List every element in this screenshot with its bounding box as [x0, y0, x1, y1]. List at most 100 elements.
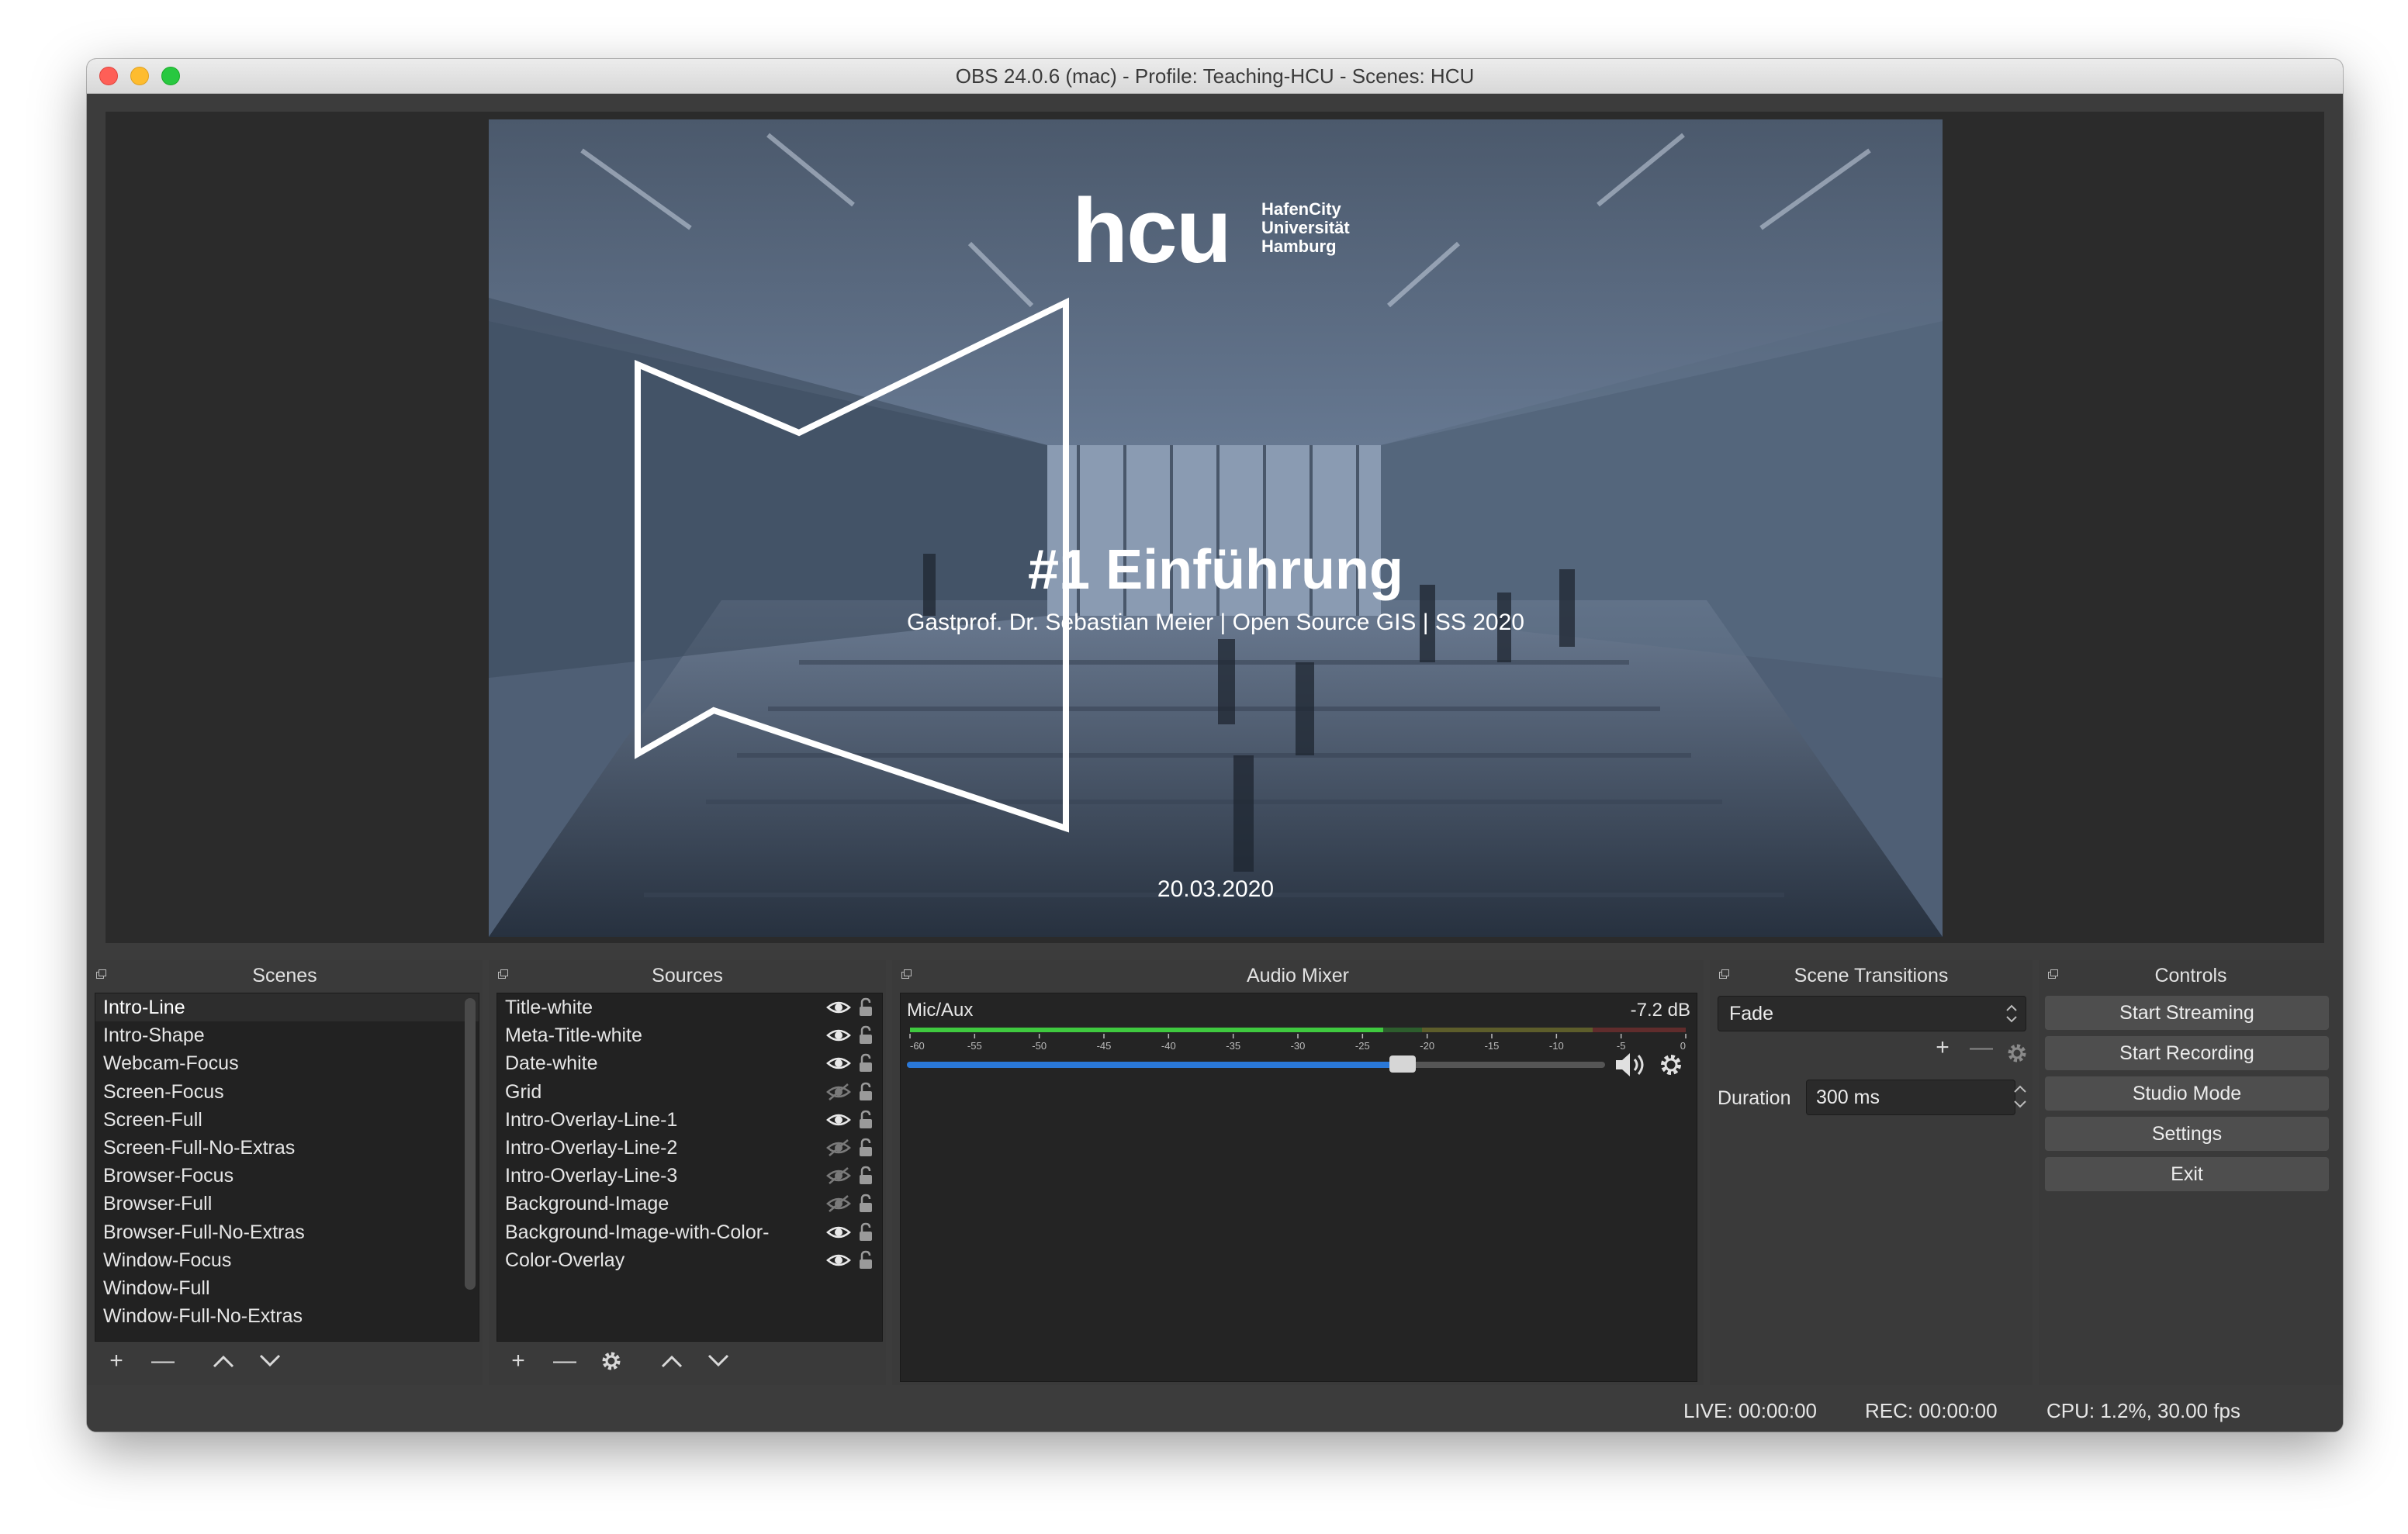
lock-icon[interactable] [857, 997, 874, 1017]
eye-icon[interactable] [826, 1111, 851, 1129]
remove-transition-button[interactable]: — [1967, 1035, 1995, 1061]
scene-item[interactable]: Window-Full [95, 1274, 479, 1302]
logo-subtitle: HafenCity Universität Hamburg [1261, 199, 1350, 256]
move-scene-up-button[interactable] [209, 1348, 237, 1374]
lock-icon[interactable] [857, 1222, 874, 1242]
eye-icon[interactable] [826, 1223, 851, 1242]
source-item-label: Meta-Title-white [505, 1024, 642, 1047]
preview-area[interactable]: hcu HafenCity Universität Hamburg #1 Ein… [106, 112, 2324, 943]
source-item[interactable]: Intro-Overlay-Line-3 [497, 1162, 882, 1190]
source-item[interactable]: Intro-Overlay-Line-1 [497, 1106, 882, 1134]
source-item[interactable]: Date-white [497, 1049, 882, 1077]
lock-icon[interactable] [857, 1025, 874, 1045]
preview-subtitle: Gastprof. Dr. Sebastian Meier | Open Sou… [907, 610, 1524, 635]
scene-item[interactable]: Webcam-Focus [95, 1049, 479, 1077]
remove-source-button[interactable]: — [551, 1348, 579, 1374]
add-transition-button[interactable]: + [1929, 1035, 1956, 1061]
undock-icon[interactable] [498, 969, 509, 979]
meter-tick-label: 0 [1680, 1040, 1686, 1052]
lock-icon[interactable] [857, 1082, 874, 1102]
exit-button[interactable]: Exit [2045, 1157, 2329, 1191]
scene-item[interactable]: Window-Full-No-Extras [95, 1302, 479, 1330]
source-item[interactable]: Title-white [497, 993, 882, 1021]
scenes-header: Scenes [87, 960, 483, 991]
undock-icon[interactable] [2048, 969, 2059, 979]
source-item[interactable]: Background-Image-with-Color- [497, 1218, 882, 1246]
scene-item[interactable]: Browser-Focus [95, 1162, 479, 1190]
scenes-list[interactable]: Intro-Line Intro-Shape Webcam-Focus Screen-… [95, 993, 479, 1342]
scene-item[interactable]: Intro-Shape [95, 1021, 479, 1049]
source-item[interactable]: Color-Overlay [497, 1246, 882, 1274]
volume-meter: -60 -55 -50 -45 -40 -35 -30 -25 -20 -15 -10 -5 0 [909, 1028, 1687, 1052]
status-bar: LIVE: 00:00:00 REC: 00:00:00 CPU: 1.2%, … [87, 1388, 2343, 1432]
controls-dock: Controls Start Streaming Start Recording… [2039, 960, 2343, 1385]
scenes-scrollbar[interactable] [465, 998, 476, 1290]
meter-range [1593, 1028, 1686, 1032]
chevron-down-icon [259, 1354, 281, 1367]
gear-icon[interactable] [2005, 1041, 2029, 1066]
source-properties-button[interactable] [597, 1348, 625, 1374]
title-bar: OBS 24.0.6 (mac) - Profile: Teaching-HCU… [87, 59, 2343, 94]
gear-icon[interactable] [1658, 1052, 1684, 1078]
lock-icon[interactable] [857, 1166, 874, 1186]
scene-item[interactable]: Window-Focus [95, 1246, 479, 1274]
start-streaming-button[interactable]: Start Streaming [2045, 996, 2329, 1030]
scene-item[interactable]: Browser-Full [95, 1190, 479, 1218]
meter-tick-label: -45 [1097, 1040, 1112, 1052]
add-source-button[interactable]: + [504, 1348, 532, 1374]
lock-icon[interactable] [857, 1138, 874, 1158]
transition-select[interactable]: Fade [1718, 996, 2026, 1031]
speaker-icon[interactable] [1614, 1051, 1650, 1079]
sources-list[interactable]: Title-white Meta-Title-white Date-white Gri… [496, 993, 883, 1342]
meter-tick-label: -35 [1226, 1040, 1240, 1052]
preview-canvas[interactable]: hcu HafenCity Universität Hamburg #1 Ein… [489, 119, 1943, 937]
lock-icon[interactable] [857, 1110, 874, 1130]
undock-icon[interactable] [96, 969, 107, 979]
move-scene-down-button[interactable] [256, 1348, 284, 1374]
duration-input[interactable]: 300 ms [1806, 1080, 2015, 1115]
source-item-label: Intro-Overlay-Line-2 [505, 1136, 678, 1159]
source-item[interactable]: Grid [497, 1078, 882, 1106]
scene-item[interactable]: Screen-Full [95, 1106, 479, 1134]
start-recording-button[interactable]: Start Recording [2045, 1036, 2329, 1070]
eye-icon[interactable] [826, 1054, 851, 1073]
scene-item[interactable]: Screen-Full-No-Extras [95, 1134, 479, 1162]
volume-slider[interactable] [907, 1055, 1605, 1073]
eye-icon[interactable] [826, 1251, 851, 1270]
source-item[interactable]: Meta-Title-white [497, 1021, 882, 1049]
chevron-up-icon [661, 1355, 683, 1368]
scene-item[interactable]: Screen-Focus [95, 1078, 479, 1106]
lock-icon[interactable] [857, 1194, 874, 1214]
meter-tick-label: -5 [1617, 1040, 1626, 1052]
volume-slider-fill [907, 1062, 1403, 1068]
eye-icon[interactable] [826, 998, 851, 1017]
eye-hidden-icon[interactable] [826, 1166, 851, 1185]
add-scene-button[interactable]: + [102, 1348, 130, 1374]
undock-icon[interactable] [1719, 969, 1730, 979]
source-item[interactable]: Intro-Overlay-Line-2 [497, 1134, 882, 1162]
source-item-label: Intro-Overlay-Line-3 [505, 1165, 678, 1187]
volume-slider-handle[interactable] [1389, 1055, 1416, 1073]
eye-icon[interactable] [826, 1026, 851, 1045]
undock-icon[interactable] [901, 969, 912, 979]
scene-item[interactable]: Browser-Full-No-Extras [95, 1218, 479, 1246]
source-item-label: Background-Image-with-Color- [505, 1221, 770, 1243]
lock-icon[interactable] [857, 1250, 874, 1270]
duration-stepper[interactable] [2011, 1080, 2029, 1114]
eye-hidden-icon[interactable] [826, 1194, 851, 1213]
scene-item[interactable]: Intro-Line [95, 993, 479, 1022]
preview-date: 20.03.2020 [1157, 876, 1275, 902]
hcu-logo: hcu [1072, 180, 1232, 282]
move-source-down-button[interactable] [704, 1348, 732, 1374]
channel-level: -7.2 dB [1630, 1000, 1690, 1021]
studio-mode-button[interactable]: Studio Mode [2045, 1076, 2329, 1111]
eye-hidden-icon[interactable] [826, 1083, 851, 1101]
move-source-up-button[interactable] [658, 1348, 686, 1374]
meter-tick-label: -50 [1032, 1040, 1047, 1052]
source-item-label: Title-white [505, 997, 593, 1018]
lock-icon[interactable] [857, 1053, 874, 1073]
settings-button[interactable]: Settings [2045, 1117, 2329, 1151]
source-item[interactable]: Background-Image [497, 1190, 882, 1218]
remove-scene-button[interactable]: — [149, 1348, 177, 1374]
eye-hidden-icon[interactable] [826, 1138, 851, 1157]
